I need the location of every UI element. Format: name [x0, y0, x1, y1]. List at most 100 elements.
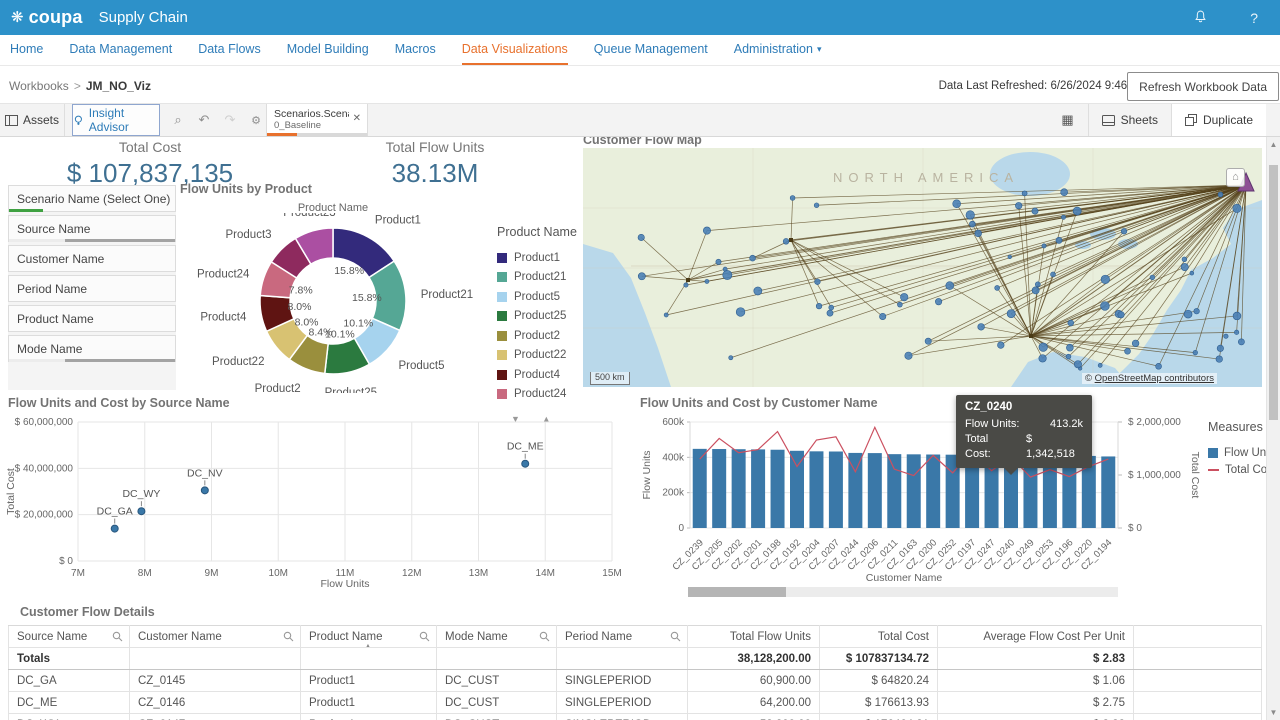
legend-item-Product24[interactable]: Product24	[497, 385, 583, 405]
table-row[interactable]: DC_GACZ_0145Product1DC_CUSTSINGLEPERIOD6…	[9, 670, 1262, 692]
nav-item-macros[interactable]: Macros	[395, 35, 436, 65]
legend-item-Product5[interactable]: Product5	[497, 287, 583, 307]
nav-item-label: Data Flows	[198, 42, 261, 56]
breadcrumb-root[interactable]: Workbooks	[9, 79, 69, 93]
notifications-bell-icon[interactable]	[1193, 9, 1208, 27]
tab-progress-accent	[267, 133, 297, 136]
nav-item-queue-management[interactable]: Queue Management	[594, 35, 708, 65]
table-cell: Product1	[301, 692, 437, 714]
legend-item-Product1[interactable]: Product1	[497, 248, 583, 268]
scatter-point-DC_WY[interactable]	[138, 508, 145, 515]
search-icon[interactable]	[419, 631, 430, 642]
bar-CZ_0163[interactable]	[907, 454, 921, 528]
page-scrollbar[interactable]: ▲ ▼	[1266, 137, 1280, 720]
nav-item-home[interactable]: Home	[10, 35, 43, 65]
customer-flow-details-table: Source NameCustomer NameProduct Name▲Mod…	[8, 625, 1262, 720]
sheets-button[interactable]: Sheets	[1089, 104, 1171, 136]
bar-chart-title: Flow Units and Cost by Customer Name	[640, 396, 878, 410]
page-scrollbar-thumb[interactable]	[1269, 165, 1278, 420]
view-grid-icon[interactable]: ▦	[1047, 104, 1088, 136]
legend-total-cost[interactable]: Total Cost	[1208, 461, 1266, 478]
filter-scenario-name-select-one-[interactable]: Scenario Name (Select One)	[8, 185, 176, 212]
duplicate-button[interactable]: Duplicate	[1171, 104, 1266, 136]
nav-item-administration[interactable]: Administration▾	[734, 35, 822, 65]
map-home-icon[interactable]: ⌂	[1226, 168, 1245, 187]
filter-mode-name[interactable]: Mode Name	[8, 335, 176, 362]
filter-label: Source Name	[17, 222, 90, 236]
table-cell: 60,900.00	[688, 670, 820, 692]
scatter-point-DC_ME[interactable]	[522, 460, 529, 467]
filter-source-name[interactable]: Source Name	[8, 215, 176, 242]
totals-row: Totals38,128,200.00$ 107837134.72$ 2.83	[9, 648, 1262, 670]
donut-chart[interactable]: Product115.8%Product2115.8%Product510.1%…	[178, 213, 498, 393]
nav-item-label: Model Building	[287, 42, 369, 56]
insight-advisor-button[interactable]: Insight Advisor	[72, 104, 160, 136]
table-row[interactable]: DC_MECZ_0146Product1DC_CUSTSINGLEPERIOD6…	[9, 692, 1262, 714]
column-header-total-cost[interactable]: Total Cost	[820, 626, 938, 648]
svg-text:15.8%: 15.8%	[334, 265, 364, 277]
sheet-tab-subtitle: 0_Baseline	[274, 120, 349, 131]
nav-item-data-flows[interactable]: Data Flows	[198, 35, 261, 65]
refresh-workbook-button[interactable]: Refresh Workbook Data	[1127, 72, 1279, 101]
scroll-down-icon[interactable]: ▼	[1267, 708, 1280, 717]
scatter-point-DC_NV[interactable]	[201, 487, 208, 494]
column-header-customer-name[interactable]: Customer Name	[130, 626, 301, 648]
bar-CZ_0194[interactable]	[1101, 456, 1115, 528]
search-icon[interactable]	[112, 631, 123, 642]
table-row[interactable]: DC_WYCZ_0147Product1DC_CUSTSINGLEPERIOD5…	[9, 714, 1262, 720]
table-cell: $ 176464.21	[820, 714, 938, 720]
legend-item-Product2[interactable]: Product2	[497, 326, 583, 346]
active-sheet-tab[interactable]: Scenarios.Scenario... 0_Baseline ✕	[266, 104, 368, 136]
legend-item-Product22[interactable]: Product22	[497, 346, 583, 366]
bar-CZ_0211[interactable]	[887, 454, 901, 528]
bar-CZ_0202[interactable]	[732, 449, 746, 528]
sheet-tab-title: Scenarios.Scenario...	[274, 108, 349, 120]
undo-icon[interactable]: ↶	[192, 104, 216, 136]
close-tab-icon[interactable]: ✕	[353, 113, 361, 124]
bar-CZ_0192[interactable]	[790, 451, 804, 528]
filter-product-name[interactable]: Product Name	[8, 305, 176, 332]
legend-item-Product25[interactable]: Product25	[497, 307, 583, 327]
column-header-mode-name[interactable]: Mode Name	[437, 626, 557, 648]
column-header-period-name[interactable]: Period Name	[557, 626, 688, 648]
bar-CZ_0206[interactable]	[868, 453, 882, 528]
search-icon[interactable]	[283, 631, 294, 642]
settings-gear-icon[interactable]: ⚙	[244, 104, 268, 136]
filter-period-name[interactable]: Period Name	[8, 275, 176, 302]
column-header-total-flow-units[interactable]: Total Flow Units	[688, 626, 820, 648]
column-header-average-flow-cost-per-unit[interactable]: Average Flow Cost Per Unit	[938, 626, 1134, 648]
legend-label: Product5	[514, 291, 560, 303]
bar-CZ_0207[interactable]	[829, 452, 843, 528]
filter-customer-name[interactable]: Customer Name	[8, 245, 176, 272]
nav-item-data-management[interactable]: Data Management	[69, 35, 172, 65]
zoom-selection-icon[interactable]: ⌕	[166, 104, 190, 136]
coupa-logo[interactable]: ❋ coupa	[11, 7, 83, 28]
column-header-product-name[interactable]: Product Name▲	[301, 626, 437, 648]
scatter-point-DC_GA[interactable]	[111, 525, 118, 532]
bar-line-chart[interactable]: 0200k400k600k$ 0$ 1,000,000$ 2,000,000Fl…	[640, 409, 1202, 587]
svg-text:400k: 400k	[662, 452, 685, 463]
help-icon[interactable]: ?	[1250, 10, 1258, 26]
bar-CZ_0205[interactable]	[712, 449, 726, 528]
assets-button[interactable]: Assets	[0, 104, 65, 136]
nav-item-model-building[interactable]: Model Building	[287, 35, 369, 65]
legend-item-Product4[interactable]: Product4	[497, 365, 583, 385]
redo-icon[interactable]: ↷	[218, 104, 242, 136]
bar-CZ_0200[interactable]	[926, 455, 940, 528]
bar-CZ_0239[interactable]	[693, 449, 707, 528]
column-header-source-name[interactable]: Source Name	[9, 626, 130, 648]
bar-CZ_0198[interactable]	[771, 450, 785, 528]
customer-flow-map[interactable]: NORTH AMERICA	[583, 148, 1262, 387]
legend-flow-units[interactable]: Flow Units	[1208, 444, 1266, 461]
search-icon[interactable]	[539, 631, 550, 642]
bar-CZ_0204[interactable]	[809, 451, 823, 528]
bar-chart-scrollbar-thumb[interactable]	[688, 587, 786, 597]
legend-item-Product21[interactable]: Product21	[497, 268, 583, 288]
search-icon[interactable]	[670, 631, 681, 642]
scatter-chart[interactable]: 7M8M9M10M11M12M13M14M15M$ 0$ 20,000,000$…	[0, 409, 636, 591]
scroll-up-icon[interactable]: ▲	[1267, 140, 1280, 149]
bar-CZ_0201[interactable]	[751, 449, 765, 528]
osm-link[interactable]: OpenStreetMap contributors	[1095, 373, 1214, 384]
bar-chart-scrollbar[interactable]	[688, 587, 1118, 597]
nav-item-data-visualizations[interactable]: Data Visualizations	[462, 35, 568, 65]
